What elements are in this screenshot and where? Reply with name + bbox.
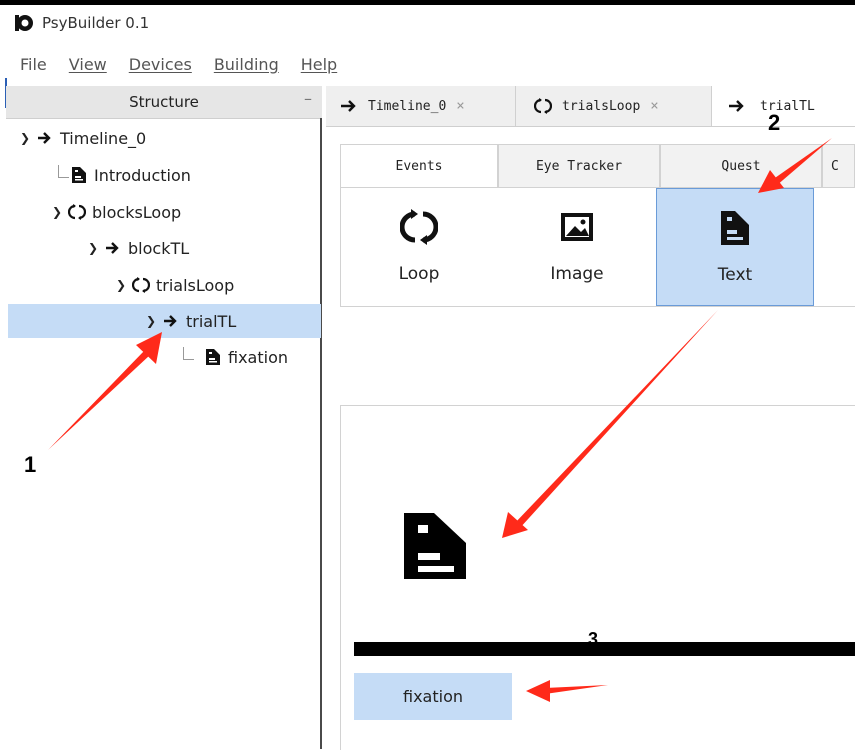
loop-icon [132,276,150,294]
close-icon[interactable]: × [650,98,658,114]
title-bar: PsyBuilder 0.1 [0,10,855,36]
image-icon [561,213,593,241]
tree-item-timeline-0[interactable]: ❯ Timeline_0 [18,126,146,150]
tree-item-label: fixation [228,347,288,367]
menu-help[interactable]: Help [293,55,345,74]
arrow-right-icon [729,100,744,112]
tab-events[interactable]: Events [340,144,498,188]
menu-devices[interactable]: Devices [121,55,200,74]
tab-quest[interactable]: Quest [660,144,822,188]
timeline-event-fixation[interactable]: fixation [354,673,512,720]
text-document-icon [70,166,88,184]
tree-connector [183,347,194,360]
event-palette: Loop Image Text [340,187,855,307]
tree-item-trialsloop[interactable]: ❯ trialsLoop [114,273,234,297]
menu-view[interactable]: View [61,55,115,74]
chevron-down-icon[interactable]: ❯ [50,205,64,219]
menu-building[interactable]: Building [206,55,287,74]
tab-eye-tracker[interactable]: Eye Tracker [498,144,660,188]
structure-minimize-button[interactable]: – [304,89,312,108]
tool-label: Image [550,264,604,284]
tool-label: Text [717,265,753,285]
loop-icon [68,203,86,221]
menu-bar: File View Devices Building Help [0,50,855,78]
text-document-icon [721,211,749,245]
timeline-track [354,642,855,656]
app-logo-icon [15,15,33,31]
tree-item-label: blockTL [128,238,190,258]
annotation-number-2: 2 [768,110,781,135]
arrow-right-icon [36,129,54,147]
tab-label: Timeline_0 [368,98,447,114]
tree-item-label: trialsLoop [156,275,235,295]
tree-connector [58,165,69,178]
tool-label: Loop [398,264,440,284]
tree-item-trialtl[interactable]: ❯ trialTL [8,304,321,338]
tree-item-label: Timeline_0 [60,128,147,148]
chevron-down-icon[interactable]: ❯ [18,131,32,145]
tab-trialtl[interactable]: trialTL [712,86,855,126]
text-document-icon[interactable] [404,513,466,579]
arrow-right-icon [104,239,122,257]
tree-item-fixation[interactable]: fixation [204,345,288,369]
tab-c[interactable]: C [822,144,855,187]
chevron-down-icon[interactable]: ❯ [86,241,100,255]
structure-border [320,118,322,749]
cropped-header-strip [0,0,855,5]
event-category-tabs: Events Eye Tracker Quest C [340,144,855,188]
tree-item-label: Introduction [94,165,191,185]
menu-file[interactable]: File [12,55,55,74]
arrow-right-icon [162,312,180,330]
close-icon[interactable]: × [456,98,464,114]
tab-label: trialsLoop [562,98,641,114]
tool-image[interactable]: Image [499,188,655,304]
text-document-icon [204,348,222,366]
structure-header: Structure – [6,86,322,119]
tree-item-blocktl[interactable]: ❯ blockTL [86,236,189,260]
tool-loop[interactable]: Loop [341,188,497,304]
chevron-down-icon[interactable]: ❯ [114,278,128,292]
tab-timeline-0[interactable]: Timeline_0 × [326,86,516,126]
tree-item-blocksloop[interactable]: ❯ blocksLoop [50,200,181,224]
tab-trialsloop[interactable]: trialsLoop × [516,86,712,126]
tree-item-introduction[interactable]: Introduction [70,163,191,187]
tool-text[interactable]: Text [656,188,814,306]
annotation-number-1: 1 [24,452,37,477]
arrow-right-icon [341,100,356,112]
loop-icon [400,209,438,245]
loop-icon [534,98,552,114]
tree-item-label: trialTL [186,311,237,331]
tree-item-label: blocksLoop [92,202,182,222]
window-title: PsyBuilder 0.1 [42,14,150,32]
structure-title: Structure [129,93,199,111]
chevron-down-icon[interactable]: ❯ [144,314,158,328]
